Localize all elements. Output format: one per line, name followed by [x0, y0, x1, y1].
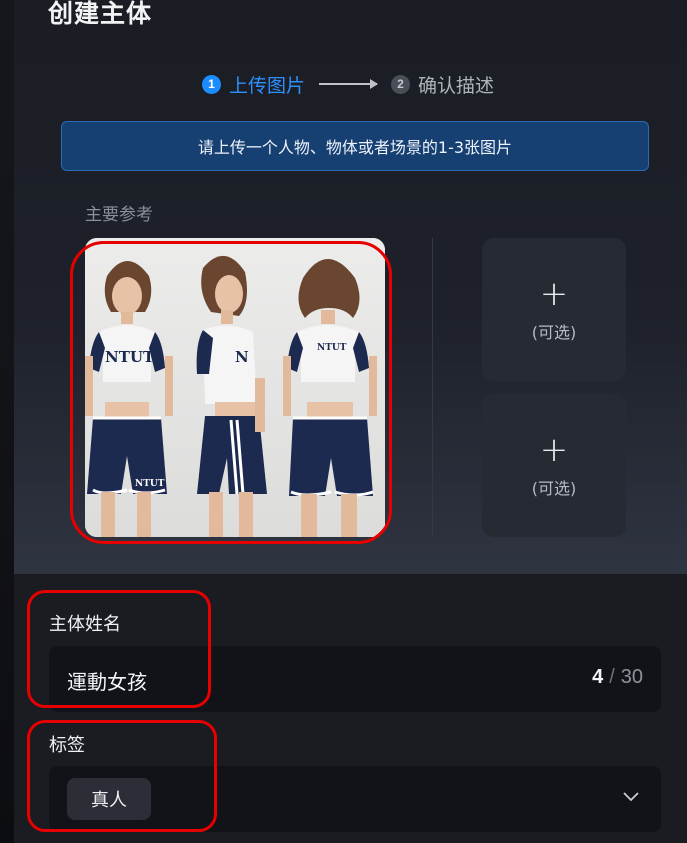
char-max: 30 [620, 666, 643, 688]
page-title: 创建主体 [48, 0, 153, 28]
optional-label: (可选) [531, 478, 577, 498]
plus-icon: + [539, 429, 569, 470]
reference-divider [432, 238, 433, 537]
step-2-number: 2 [391, 74, 411, 94]
step-2-label: 确认描述 [418, 74, 495, 97]
step-1-number: 1 [202, 74, 221, 94]
plus-icon: + [539, 273, 569, 314]
highlight-tags-field [27, 720, 217, 832]
left-backdrop [0, 0, 14, 843]
step-1-label: 上传图片 [229, 74, 306, 97]
optional-label: (可选) [531, 322, 577, 342]
stepper: 1 上传图片 2 确认描述 [202, 70, 494, 98]
main-reference-label: 主要参考 [85, 205, 153, 225]
chevron-down-icon[interactable] [623, 792, 639, 802]
highlight-name-field [27, 590, 211, 708]
upload-notice: 请上传一个人物、物体或者场景的1-3张图片 [61, 121, 649, 171]
char-separator: / [609, 666, 615, 688]
char-count: 4 [592, 666, 604, 688]
char-counter: 4/30 [592, 666, 643, 689]
highlight-main-image [70, 241, 392, 544]
create-subject-panel: 创建主体 1 上传图片 2 确认描述 请上传一个人物、物体或者场景的1-3张图片… [14, 0, 687, 843]
step-arrow-icon [319, 79, 379, 89]
optional-upload-slot-1[interactable]: + (可选) [482, 238, 626, 381]
optional-upload-slot-2[interactable]: + (可选) [482, 394, 626, 537]
